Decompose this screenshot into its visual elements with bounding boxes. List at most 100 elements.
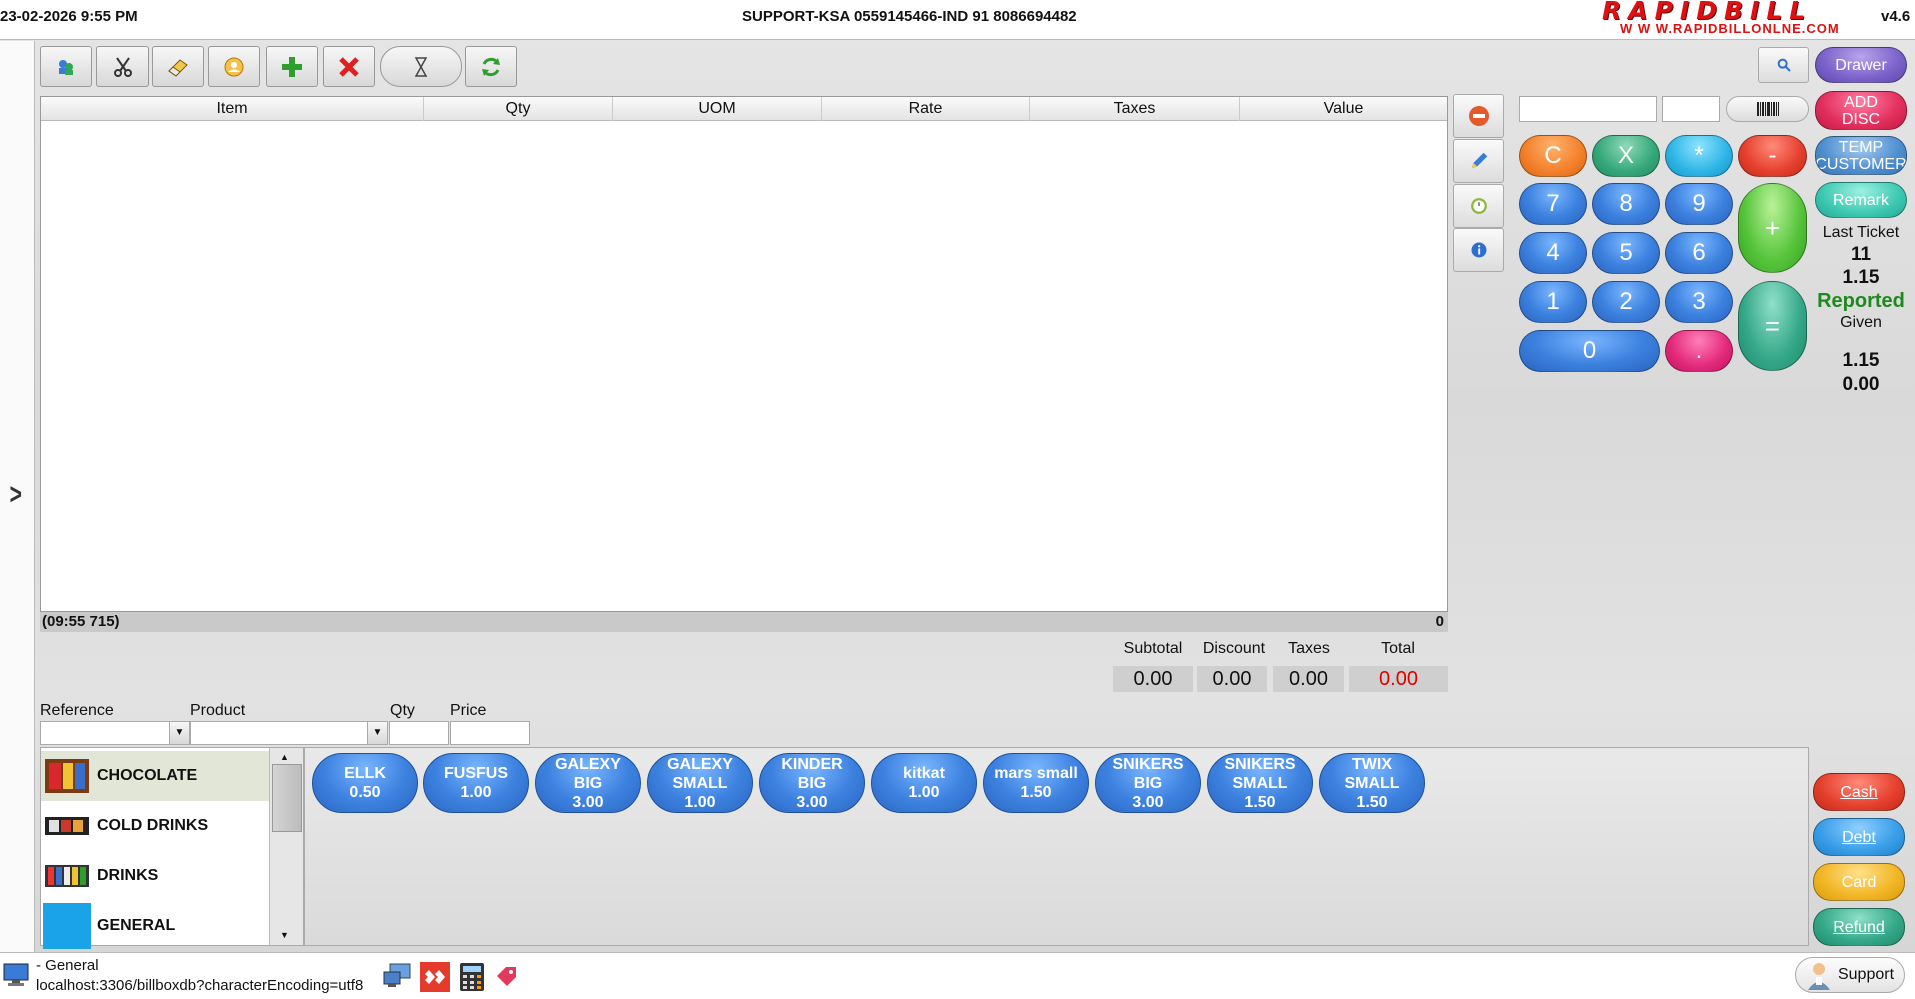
keypad-0-button[interactable]: 0: [1519, 330, 1660, 372]
column-rate[interactable]: Rate: [822, 97, 1030, 121]
product-name: SNIKERS: [1224, 755, 1296, 773]
qty-input[interactable]: [389, 721, 449, 745]
product-name: KINDER: [781, 755, 843, 773]
total-label: Total: [1381, 640, 1415, 657]
keypad-clear-button[interactable]: C: [1519, 135, 1587, 177]
keypad-1-button[interactable]: 1: [1519, 281, 1587, 323]
anydesk-icon[interactable]: [420, 962, 450, 992]
ticket-lines-table[interactable]: Item Qty UOM Rate Taxes Value: [40, 96, 1448, 612]
column-item[interactable]: Item: [41, 97, 424, 121]
add-ticket-icon[interactable]: [266, 46, 318, 87]
product-button[interactable]: GALEXY BIG 3.00: [535, 753, 641, 813]
scroll-down-icon[interactable]: ▼: [280, 930, 289, 940]
product-button[interactable]: SNIKERS SMALL 1.50: [1207, 753, 1313, 813]
price-input[interactable]: [450, 721, 530, 745]
hourglass-icon[interactable]: [380, 46, 462, 87]
product-combo[interactable]: ▼: [190, 721, 388, 745]
ticket-status-bar: (09:55 715) 0: [40, 612, 1448, 632]
version-label: v4.6: [1881, 8, 1911, 25]
product-name: SNIKERS: [1112, 755, 1184, 773]
keypad-multiply-button[interactable]: *: [1665, 135, 1733, 177]
search-icon[interactable]: [1758, 47, 1809, 83]
category-item-chocolate[interactable]: CHOCOLATE: [41, 751, 269, 801]
network-icon[interactable]: [382, 962, 412, 990]
keypad-3-button[interactable]: 3: [1665, 281, 1733, 323]
category-item-general[interactable]: GENERAL: [41, 901, 269, 951]
category-item-drinks[interactable]: DRINKS: [41, 851, 269, 901]
info-icon[interactable]: [1453, 228, 1504, 272]
edit-line-icon[interactable]: [1453, 139, 1504, 183]
last-ticket-label: Last Ticket: [1822, 224, 1900, 241]
refresh-icon[interactable]: [465, 46, 517, 87]
product-button[interactable]: TWIX SMALL 1.50: [1319, 753, 1425, 813]
debt-button[interactable]: Debt: [1813, 818, 1905, 856]
reported-status: Reported: [1817, 290, 1905, 312]
chevron-down-icon[interactable]: ▼: [169, 722, 189, 744]
keypad-plus-button[interactable]: +: [1738, 183, 1807, 273]
keypad-8-button[interactable]: 8: [1592, 183, 1660, 225]
product-button[interactable]: GALEXY SMALL 1.00: [647, 753, 753, 813]
expand-panel-icon[interactable]: >: [10, 478, 22, 512]
keypad-equals-button[interactable]: =: [1738, 281, 1807, 371]
barcode-icon[interactable]: [1726, 96, 1809, 122]
product-button[interactable]: FUSFUS 1.00: [423, 753, 529, 813]
product-button[interactable]: kitkat 1.00: [871, 753, 977, 813]
reference-combo[interactable]: ▼: [40, 721, 190, 745]
card-button[interactable]: Card: [1813, 863, 1905, 901]
column-taxes[interactable]: Taxes: [1030, 97, 1240, 121]
product-price: 1.50: [1020, 784, 1052, 801]
keypad-6-button[interactable]: 6: [1665, 232, 1733, 274]
total-value: 0.00: [1349, 666, 1448, 692]
category-item-cold-drinks[interactable]: COLD DRINKS: [41, 801, 269, 851]
column-value[interactable]: Value: [1240, 97, 1447, 121]
customer-search-icon[interactable]: [208, 46, 260, 87]
support-button[interactable]: Support: [1795, 957, 1905, 993]
column-uom[interactable]: UOM: [613, 97, 822, 121]
product-price: 3.00: [572, 793, 604, 811]
product-button[interactable]: SNIKERS BIG 3.00: [1095, 753, 1201, 813]
keypad-2-button[interactable]: 2: [1592, 281, 1660, 323]
delete-ticket-icon[interactable]: [323, 46, 375, 87]
taxes-label: Taxes: [1288, 640, 1330, 657]
keypad-7-button[interactable]: 7: [1519, 183, 1587, 225]
drawer-button[interactable]: Drawer: [1815, 47, 1907, 83]
product-name-line2: BIG: [573, 774, 603, 792]
users-icon[interactable]: [40, 46, 92, 87]
keypad-4-button[interactable]: 4: [1519, 232, 1587, 274]
eraser-icon[interactable]: [152, 46, 204, 87]
product-price: 0.50: [349, 784, 381, 801]
product-name: GALEXY: [667, 755, 733, 773]
reference-label: Reference: [40, 702, 114, 719]
product-name-line2: BIG: [797, 774, 827, 792]
product-button[interactable]: KINDER BIG 3.00: [759, 753, 865, 813]
refund-button[interactable]: Refund: [1813, 908, 1905, 946]
tag-icon[interactable]: [494, 964, 520, 990]
column-qty[interactable]: Qty: [424, 97, 613, 121]
cold-drinks-thumbnail: [45, 817, 89, 835]
keypad-minus-button[interactable]: -: [1738, 135, 1807, 177]
support-contact: SUPPORT-KSA 0559145466-IND 91 8086694482: [742, 8, 1077, 25]
scroll-up-icon[interactable]: ▲: [280, 752, 289, 762]
location-label: - General: [36, 957, 99, 974]
split-ticket-icon[interactable]: [96, 46, 149, 87]
keypad-5-button[interactable]: 5: [1592, 232, 1660, 274]
cash-button[interactable]: Cash: [1813, 773, 1905, 811]
quantity-input[interactable]: [1662, 96, 1720, 122]
chevron-down-icon[interactable]: ▼: [367, 722, 387, 744]
remark-button[interactable]: Remark: [1815, 182, 1907, 218]
keypad-dot-button[interactable]: .: [1665, 330, 1733, 372]
product-price: 1.50: [1244, 793, 1276, 811]
product-button[interactable]: mars small 1.50: [983, 753, 1089, 813]
table-header: Item Qty UOM Rate Taxes Value: [41, 97, 1447, 121]
keypad-x-button[interactable]: X: [1592, 135, 1660, 177]
keypad-9-button[interactable]: 9: [1665, 183, 1733, 225]
add-discount-button[interactable]: ADD DISC: [1815, 91, 1907, 130]
scroll-thumb[interactable]: [272, 764, 302, 832]
clock-icon[interactable]: [1453, 184, 1504, 228]
barcode-code-input[interactable]: [1519, 96, 1657, 122]
remove-line-icon[interactable]: [1453, 94, 1504, 138]
category-scrollbar[interactable]: ▲ ▼: [269, 748, 303, 945]
temp-customer-button[interactable]: TEMP CUSTOMER: [1815, 136, 1907, 175]
product-button[interactable]: ELLK 0.50: [312, 753, 418, 813]
calculator-icon[interactable]: [458, 962, 486, 992]
